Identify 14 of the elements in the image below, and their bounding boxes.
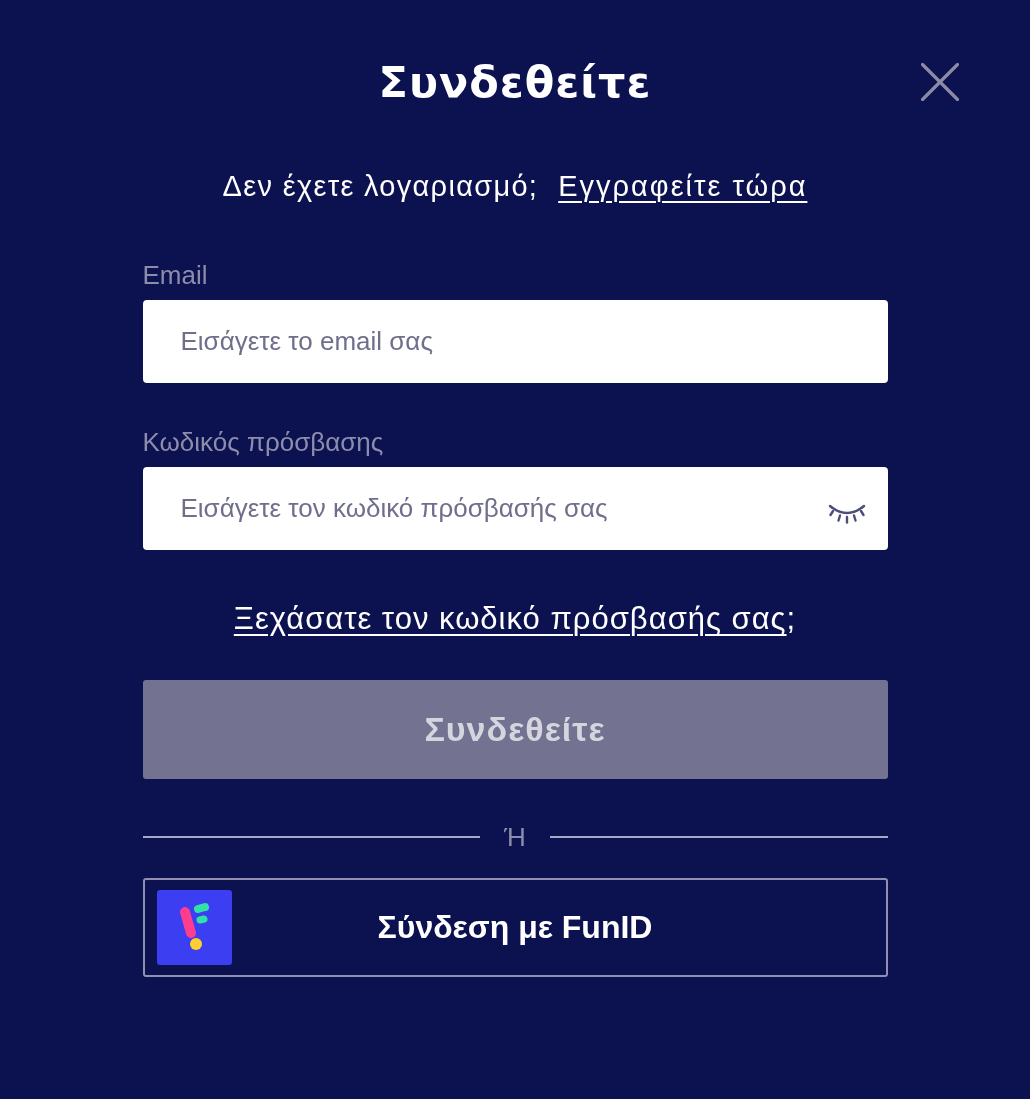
forgot-password-prompt: Ξεχάσατε τον κωδικό πρόσβασής σας; — [233, 600, 797, 638]
logo-icon — [156, 890, 232, 965]
field-label: Κωδικός πρόσβασης — [142, 426, 384, 458]
signup-prompt-text: Δεν έχετε λογαριασμό; — [222, 169, 539, 204]
field-label: Email — [142, 259, 208, 291]
funid-login-button[interactable]: Σύνδεση με FunID — [142, 878, 888, 977]
dialog-title: Συνδεθείτε — [378, 56, 652, 109]
email-field[interactable]: Εισάγετε το email σας — [142, 300, 888, 383]
forgot-password-link[interactable]: Ξεχάσατε τον κωδικό πρόσβασής σας — [233, 601, 787, 636]
password-field[interactable]: Εισάγετε τον κωδικό πρόσβασής σας — [142, 467, 888, 550]
divider-text: Ή — [503, 822, 527, 852]
signup-link[interactable]: Εγγραφείτε τώρα — [558, 168, 808, 204]
closed-eye-icon[interactable] — [827, 502, 866, 524]
close-icon[interactable] — [921, 63, 959, 101]
